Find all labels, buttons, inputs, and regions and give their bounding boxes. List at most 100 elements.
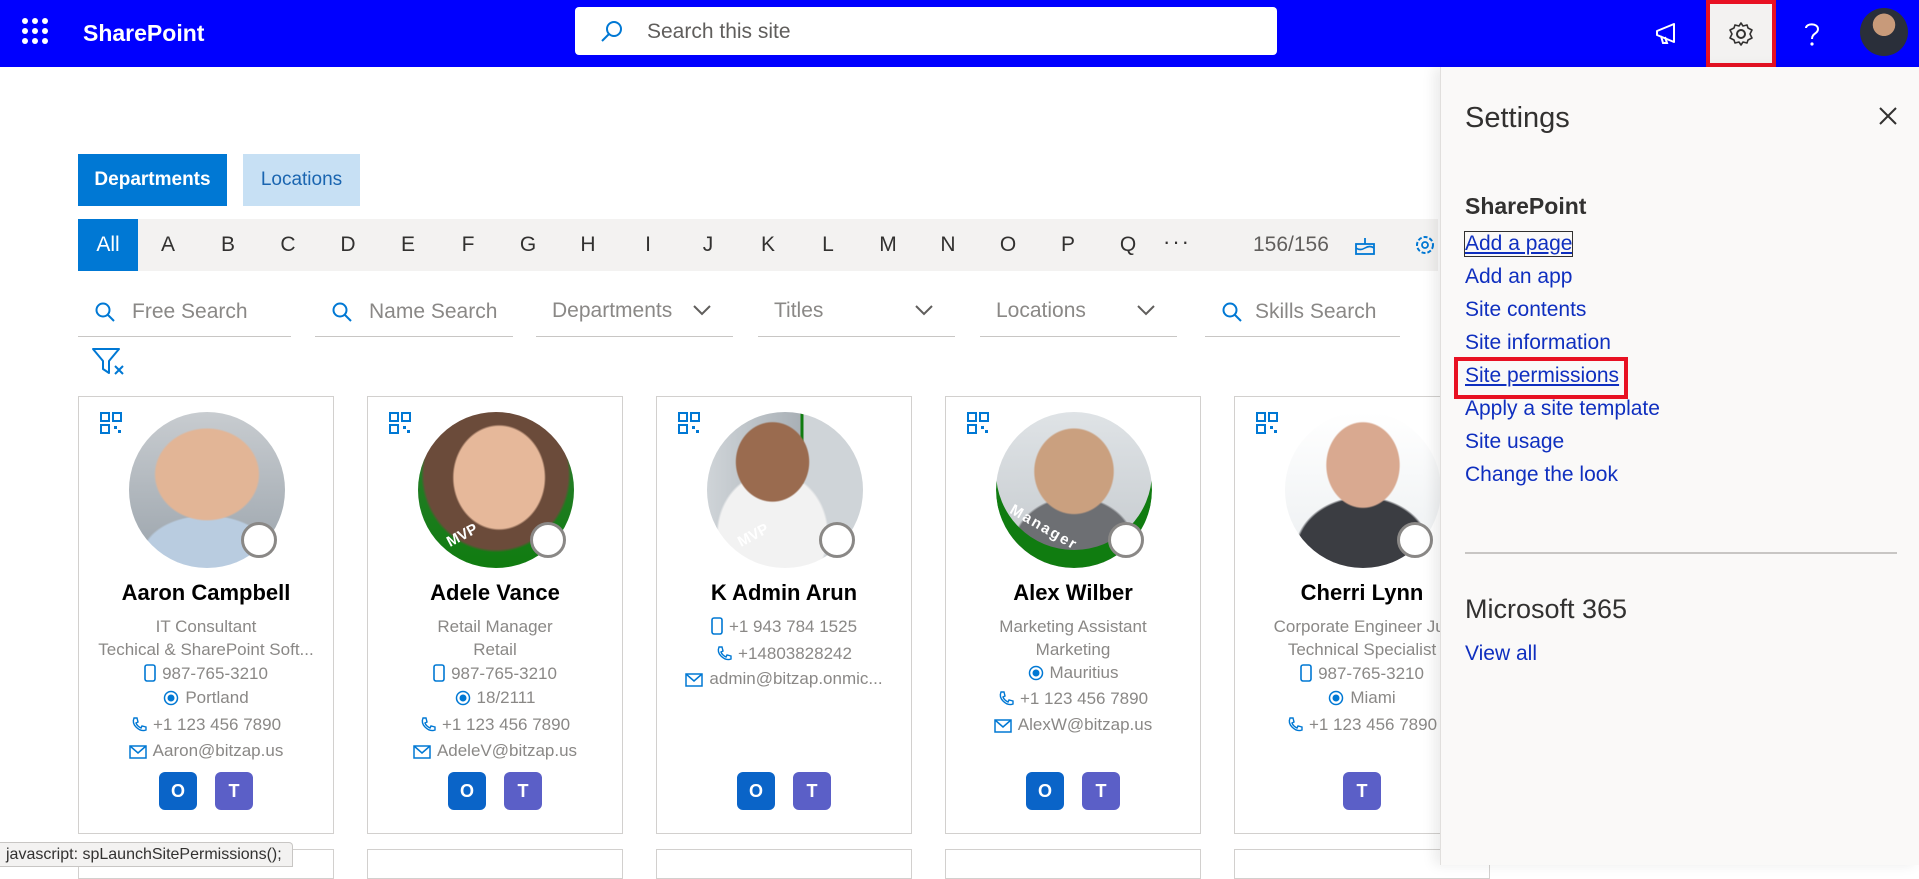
skills-search-field[interactable]: Skills Search — [1205, 289, 1400, 337]
person-mobile[interactable]: 987-765-3210 — [368, 664, 622, 684]
qr-code-icon[interactable] — [1255, 411, 1279, 435]
alpha-letter[interactable]: O — [988, 219, 1028, 271]
mobile-number: +1 943 784 1525 — [728, 617, 858, 636]
apply-site-template-link[interactable]: Apply a site template — [1465, 397, 1660, 421]
person-phone[interactable]: +1 123 456 7890 — [79, 715, 333, 735]
megaphone-icon[interactable] — [1647, 13, 1689, 55]
tab-departments[interactable]: Departments — [78, 154, 227, 206]
person-card[interactable]: MVP Adele Vance Retail Manager Retail 98… — [367, 396, 623, 834]
help-icon[interactable] — [1791, 13, 1833, 55]
titles-dropdown[interactable]: Titles — [758, 289, 955, 337]
clear-filter-icon[interactable] — [91, 346, 127, 378]
person-department: Techical & SharePoint Soft... — [98, 640, 314, 659]
alpha-letter[interactable]: L — [808, 219, 848, 271]
person-card[interactable]: Manager Alex Wilber Marketing Assistant … — [945, 396, 1201, 834]
locations-dropdown[interactable]: Locations — [980, 289, 1177, 337]
outlook-icon[interactable]: O — [737, 772, 775, 810]
gear-icon — [1729, 21, 1753, 46]
teams-icon[interactable]: T — [793, 772, 831, 810]
qr-code-icon[interactable] — [966, 411, 990, 435]
person-mobile[interactable]: +1 943 784 1525 — [657, 617, 911, 637]
search-input[interactable] — [645, 7, 1249, 57]
site-permissions-link[interactable]: Site permissions — [1465, 364, 1619, 388]
settings-cog-icon[interactable] — [1413, 233, 1437, 257]
outlook-icon[interactable]: O — [159, 772, 197, 810]
view-all-link[interactable]: View all — [1465, 642, 1537, 666]
teams-icon[interactable]: T — [215, 772, 253, 810]
alpha-all[interactable]: All — [78, 219, 138, 271]
mobile-number: 987-765-3210 — [451, 664, 557, 683]
person-department: Retail — [473, 640, 517, 659]
alpha-letter[interactable]: M — [868, 219, 908, 271]
person-email[interactable]: AlexW@bitzap.us — [946, 715, 1200, 735]
free-search-field[interactable]: Free Search — [78, 289, 291, 337]
phone-number: +14803828242 — [738, 644, 852, 663]
close-icon[interactable] — [1873, 101, 1903, 131]
alpha-letter[interactable]: F — [448, 219, 488, 271]
person-mobile[interactable]: 987-765-3210 — [79, 664, 333, 684]
alpha-letter[interactable]: E — [388, 219, 428, 271]
alpha-letter[interactable]: B — [208, 219, 248, 271]
alpha-letter[interactable]: Q — [1108, 219, 1148, 271]
add-an-app-link[interactable]: Add an app — [1465, 265, 1572, 289]
settings-gear-button[interactable] — [1706, 0, 1776, 67]
email-address: AdeleV@bitzap.us — [436, 741, 578, 760]
phone-icon — [132, 717, 147, 732]
teams-icon[interactable]: T — [1343, 772, 1381, 810]
site-contents-link[interactable]: Site contents — [1465, 298, 1586, 322]
alpha-letter[interactable]: H — [568, 219, 608, 271]
free-search-placeholder: Free Search — [132, 300, 248, 323]
tab-locations[interactable]: Locations — [243, 154, 360, 206]
location-pin-icon — [1329, 690, 1344, 706]
person-title: Retail Manager — [437, 617, 553, 636]
qr-code-icon[interactable] — [677, 411, 701, 435]
location-text: Mauritius — [1049, 663, 1119, 682]
person-phone[interactable]: +14803828242 — [657, 644, 911, 664]
person-card[interactable]: MVP K Admin Arun +1 943 784 1525 +148038… — [656, 396, 912, 834]
alpha-letter[interactable]: I — [628, 219, 668, 271]
outlook-icon[interactable]: O — [448, 772, 486, 810]
qr-code-icon[interactable] — [99, 411, 123, 435]
add-a-page-link[interactable]: Add a page — [1463, 231, 1574, 257]
site-search-box[interactable] — [575, 7, 1277, 57]
alpha-letter[interactable]: G — [508, 219, 548, 271]
alpha-letter[interactable]: P — [1048, 219, 1088, 271]
outlook-icon[interactable]: O — [1026, 772, 1064, 810]
alpha-letter[interactable]: C — [268, 219, 308, 271]
phone-number: +1 123 456 7890 — [1019, 689, 1149, 708]
more-letters-button[interactable]: ··· — [1163, 229, 1191, 255]
brand-name[interactable]: SharePoint — [83, 20, 204, 47]
alpha-letter[interactable]: D — [328, 219, 368, 271]
departments-dropdown[interactable]: Departments — [536, 289, 733, 337]
person-phone[interactable]: +1 123 456 7890 — [368, 715, 622, 735]
search-icon — [601, 21, 622, 42]
person-card[interactable]: Aaron Campbell IT Consultant Techical & … — [78, 396, 334, 834]
site-usage-link[interactable]: Site usage — [1465, 430, 1564, 454]
app-launcher-icon[interactable] — [22, 18, 48, 44]
person-card[interactable] — [367, 849, 623, 879]
site-information-link[interactable]: Site information — [1465, 331, 1611, 355]
alpha-letter[interactable]: K — [748, 219, 788, 271]
person-card[interactable] — [945, 849, 1201, 879]
person-phone[interactable]: +1 123 456 7890 — [946, 689, 1200, 709]
person-email[interactable]: Aaron@bitzap.us — [79, 741, 333, 761]
alpha-letter[interactable]: N — [928, 219, 968, 271]
teams-icon[interactable]: T — [1082, 772, 1120, 810]
person-email[interactable]: AdeleV@bitzap.us — [368, 741, 622, 761]
teams-icon[interactable]: T — [504, 772, 542, 810]
person-location: 18/2111 — [368, 688, 622, 708]
mobile-number: 987-765-3210 — [1318, 664, 1424, 683]
app-links: O T — [368, 772, 622, 810]
name-search-field[interactable]: Name Search — [315, 289, 513, 337]
alpha-letter[interactable]: J — [688, 219, 728, 271]
user-avatar[interactable] — [1860, 8, 1908, 56]
location-text: 18/2111 — [476, 688, 536, 707]
presence-indicator — [241, 522, 277, 558]
person-email[interactable]: admin@bitzap.onmic... — [657, 669, 911, 689]
birthday-cake-icon[interactable] — [1353, 233, 1377, 257]
change-the-look-link[interactable]: Change the look — [1465, 463, 1618, 487]
qr-code-icon[interactable] — [388, 411, 412, 435]
phone-icon — [717, 646, 732, 661]
person-card[interactable] — [656, 849, 912, 879]
alpha-letter[interactable]: A — [148, 219, 188, 271]
